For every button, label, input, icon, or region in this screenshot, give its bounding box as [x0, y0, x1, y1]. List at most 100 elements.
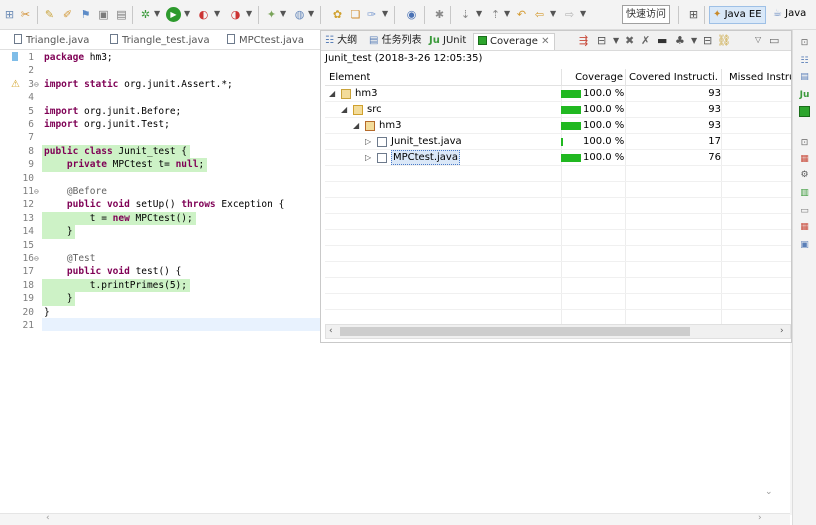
coverage-icon[interactable] [799, 106, 810, 117]
coverage-row[interactable]: ◢ hm3 100.0 % 93 [325, 86, 791, 102]
remove-session-icon[interactable]: ✖ [625, 34, 634, 47]
column-header-coverage[interactable]: Coverage [561, 69, 623, 86]
open-perspective-icon[interactable]: ⊞ [686, 7, 701, 22]
scroll-left-arrow-icon[interactable]: ‹ [46, 513, 50, 523]
open-folder-icon[interactable]: ❏ [348, 7, 363, 22]
tool-icon[interactable]: ✂ [18, 7, 33, 22]
scroll-right-arrow-icon[interactable]: › [780, 325, 784, 338]
chevron-down-icon[interactable]: ▼ [246, 9, 252, 18]
run-icon[interactable]: ▶ [166, 7, 181, 22]
column-header-covered-instructions[interactable]: Covered Instructi... [629, 69, 717, 86]
perspective-java-ee[interactable]: ✦ Java EE [709, 6, 766, 24]
column-header-element[interactable]: Element [329, 69, 370, 86]
tab-tasks[interactable]: ▤ 任务列表 [369, 33, 422, 50]
forward-icon[interactable]: ⇨ [562, 7, 577, 22]
expanded-arrow-icon[interactable]: ◢ [329, 86, 335, 102]
code-line[interactable]: 5 import org.junit.Before; [0, 105, 320, 118]
coverage-horizontal-scrollbar[interactable]: ‹ › [325, 324, 791, 339]
code-line[interactable]: 1 package hm3; [0, 51, 320, 64]
tab-outline[interactable]: ☷ 大纲 [325, 33, 357, 50]
fold-toggle-icon[interactable]: ⊖ [34, 78, 39, 91]
search-icon[interactable]: ✑ [364, 7, 379, 22]
expanded-arrow-icon[interactable]: ◢ [341, 102, 347, 118]
scroll-left-arrow-icon[interactable]: ‹ [329, 325, 333, 338]
globe-icon[interactable]: ◉ [404, 7, 419, 22]
window-icon[interactable]: ▤ [114, 7, 129, 22]
chevron-down-icon[interactable]: ▼ [504, 9, 510, 18]
column-divider[interactable] [625, 69, 626, 86]
code-line[interactable]: 7 [0, 131, 320, 144]
quick-access-input[interactable]: 快速访问 [622, 5, 670, 24]
code-line[interactable]: 18 t.printPrimes(5); [0, 278, 320, 293]
coverage-row[interactable]: ◢ src 100.0 % 93 [325, 102, 791, 118]
restore-icon[interactable]: ⊡ [799, 138, 810, 149]
code-line[interactable]: 15 [0, 239, 320, 252]
new-class-icon[interactable]: ◍ [292, 7, 307, 22]
next-annotation-icon[interactable]: ⇣ [458, 7, 473, 22]
snippets-icon[interactable]: ▦ [799, 222, 810, 233]
panel-icon[interactable]: ▣ [96, 7, 111, 22]
merge-sessions-icon[interactable]: ⊟ [597, 34, 606, 47]
chevron-down-icon[interactable]: ▼ [308, 9, 314, 18]
marker-icon[interactable]: ⚑ [78, 7, 93, 22]
editor-tab-triangle-test[interactable]: Triangle_test.java [110, 32, 210, 49]
outline-icon[interactable]: ☷ [799, 56, 810, 67]
chevron-down-icon[interactable]: ▼ [476, 9, 482, 18]
debug-icon[interactable]: ✲ [138, 7, 153, 22]
coverage-run-icon[interactable]: ◐ [196, 7, 211, 22]
coverage-session-label[interactable]: Junit_test (2018-3-26 12:05:35) [325, 53, 482, 64]
code-line[interactable]: 9 private MPCtest t= null; [0, 158, 320, 172]
code-line[interactable]: 11 ⊖ @Before [0, 185, 320, 198]
code-line[interactable]: 21 [0, 319, 320, 332]
column-header-missed-instructions[interactable]: Missed Instru [729, 69, 791, 86]
column-divider[interactable] [721, 69, 722, 86]
chevron-down-icon[interactable]: ▼ [550, 9, 556, 18]
console-icon[interactable]: ▣ [799, 240, 810, 251]
markers-icon[interactable]: ▦ [799, 154, 810, 165]
chevron-down-icon[interactable]: ▼ [580, 9, 586, 18]
coverage-row[interactable]: ▷ Junit_test.java 100.0 % 17 [325, 134, 791, 150]
code-line[interactable]: 10 [0, 172, 320, 185]
code-line[interactable]: 14 } [0, 225, 320, 239]
editor-tab-triangle[interactable]: Triangle.java [14, 32, 89, 49]
link-icon[interactable]: ⛓ [717, 34, 731, 47]
expanded-arrow-icon[interactable]: ◢ [353, 118, 359, 134]
junit-icon[interactable]: Ju [799, 90, 810, 101]
tab-coverage[interactable]: Coverage ✕ [473, 33, 555, 50]
coverage-row[interactable]: ◢ hm3 100.0 % 93 [325, 118, 791, 134]
dump-icon[interactable]: ▬ [657, 34, 667, 47]
code-line[interactable]: 16 ⊖ @Test [0, 252, 320, 265]
fold-toggle-icon[interactable]: ⊖ [34, 252, 39, 265]
remove-all-sessions-icon[interactable]: ✗ [641, 34, 650, 47]
import-icon[interactable]: ♣ [675, 34, 685, 47]
relaunch-icon[interactable]: ⇶ [579, 34, 588, 47]
code-line[interactable]: 4 [0, 91, 320, 104]
collapsed-arrow-icon[interactable]: ▷ [365, 150, 371, 166]
properties-icon[interactable]: ⚙ [799, 170, 810, 181]
editor-tab-mpctest[interactable]: MPCtest.java [227, 32, 304, 49]
code-line[interactable]: 8 public class Junit_test { [0, 144, 320, 159]
fold-toggle-icon[interactable]: ⊖ [34, 185, 39, 198]
coverage-row[interactable]: ▷ MPCtest.java 100.0 % 76 [325, 150, 791, 166]
scrollbar-thumb[interactable] [340, 327, 690, 336]
collapsed-arrow-icon[interactable]: ▷ [365, 134, 371, 150]
restore-icon[interactable]: ⊡ [799, 38, 810, 49]
view-menu-icon[interactable]: ▽ [755, 35, 761, 44]
code-line[interactable]: 6 import org.junit.Test; [0, 118, 320, 131]
grid-icon[interactable]: ⊞ [2, 7, 17, 22]
prev-annotation-icon[interactable]: ⇡ [488, 7, 503, 22]
tab-junit[interactable]: Ju JUnit [429, 33, 466, 50]
chevron-down-icon[interactable]: ▼ [214, 9, 220, 18]
scroll-right-arrow-icon[interactable]: › [758, 513, 762, 523]
scroll-down-arrow-icon[interactable]: ⌄ [765, 487, 773, 497]
external-tools-icon[interactable]: ◑ [228, 7, 243, 22]
code-line[interactable]: 12 public void setUp() throws Exception … [0, 198, 320, 211]
code-line[interactable]: 3 ⊖ import static org.junit.Assert.*; [0, 78, 320, 91]
code-line[interactable]: 17 public void test() { [0, 265, 320, 278]
code-line[interactable]: 19 } [0, 292, 320, 306]
code-line[interactable]: 2 [0, 64, 320, 77]
code-line[interactable]: 20} [0, 306, 320, 319]
chevron-down-icon[interactable]: ▼ [382, 9, 388, 18]
new-wizard-icon[interactable]: ✦ [264, 7, 279, 22]
close-icon[interactable]: ✕ [541, 36, 549, 47]
